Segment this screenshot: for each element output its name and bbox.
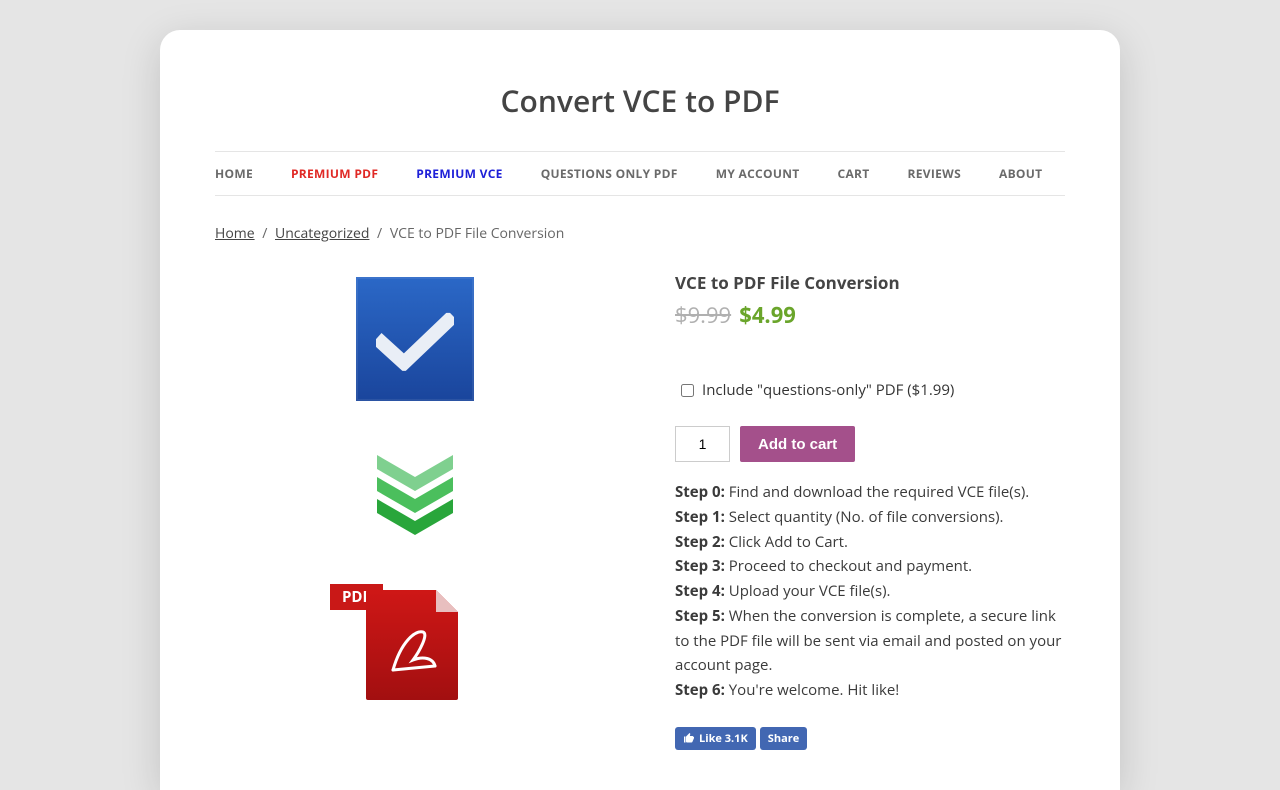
add-to-cart-button[interactable]: Add to cart — [740, 426, 855, 462]
step-2: Step 2: Click Add to Cart. — [675, 530, 1065, 555]
fb-share-button[interactable]: Share — [760, 727, 807, 750]
facebook-row: Like 3.1K Share — [675, 727, 1065, 750]
product-title: VCE to PDF File Conversion — [675, 271, 1065, 294]
price-row: $9.99 $4.99 — [675, 300, 1065, 330]
quantity-input[interactable] — [675, 426, 730, 462]
product-gallery: PDF — [215, 271, 615, 750]
down-arrows-icon — [372, 455, 458, 542]
breadcrumb-separator: / — [377, 224, 382, 243]
step-6: Step 6: You're welcome. Hit like! — [675, 678, 1065, 703]
adobe-mark-icon — [383, 622, 441, 680]
step-5: Step 5: When the conversion is complete,… — [675, 604, 1065, 678]
pdf-document-icon — [366, 590, 458, 700]
breadcrumb-category[interactable]: Uncategorized — [275, 224, 369, 243]
nav-home[interactable]: HOME — [215, 165, 253, 182]
instructions: Step 0: Find and download the required V… — [675, 480, 1065, 703]
breadcrumb-current: VCE to PDF File Conversion — [390, 224, 564, 243]
fb-like-label: Like 3.1K — [699, 731, 748, 746]
addon-option[interactable]: Include "questions-only" PDF ($1.99) — [675, 380, 1065, 400]
step-4: Step 4: Upload your VCE file(s). — [675, 579, 1065, 604]
checkmark-icon — [376, 313, 454, 371]
pdf-icon: PDF — [360, 590, 470, 700]
addon-label: Include "questions-only" PDF ($1.99) — [702, 380, 954, 400]
vce-app-icon — [356, 277, 474, 401]
product-section: PDF VCE to PDF File Conversion $9.99 $4.… — [215, 271, 1065, 750]
nav-premium-vce[interactable]: PREMIUM VCE — [416, 165, 502, 182]
nav-my-account[interactable]: MY ACCOUNT — [716, 165, 800, 182]
nav-reviews[interactable]: REVIEWS — [908, 165, 961, 182]
site-title: Convert VCE to PDF — [215, 80, 1065, 121]
step-0: Step 0: Find and download the required V… — [675, 480, 1065, 505]
main-nav: HOME PREMIUM PDF PREMIUM VCE QUESTIONS O… — [215, 151, 1065, 196]
breadcrumb: Home / Uncategorized / VCE to PDF File C… — [215, 224, 1065, 243]
fb-like-button[interactable]: Like 3.1K — [675, 727, 756, 750]
step-1: Step 1: Select quantity (No. of file con… — [675, 505, 1065, 530]
page-container: Convert VCE to PDF HOME PREMIUM PDF PREM… — [160, 30, 1120, 790]
nav-cart[interactable]: CART — [838, 165, 870, 182]
price-original: $9.99 — [675, 300, 731, 330]
addon-checkbox[interactable] — [681, 384, 694, 397]
step-3: Step 3: Proceed to checkout and payment. — [675, 554, 1065, 579]
breadcrumb-home[interactable]: Home — [215, 224, 255, 243]
breadcrumb-separator: / — [262, 224, 267, 243]
price-sale: $4.99 — [739, 300, 796, 330]
thumbs-up-icon — [683, 732, 695, 744]
nav-about[interactable]: ABOUT — [999, 165, 1042, 182]
nav-questions-only-pdf[interactable]: QUESTIONS ONLY PDF — [541, 165, 678, 182]
product-details: VCE to PDF File Conversion $9.99 $4.99 I… — [675, 271, 1065, 750]
nav-premium-pdf[interactable]: PREMIUM PDF — [291, 165, 378, 182]
cart-row: Add to cart — [675, 426, 1065, 462]
